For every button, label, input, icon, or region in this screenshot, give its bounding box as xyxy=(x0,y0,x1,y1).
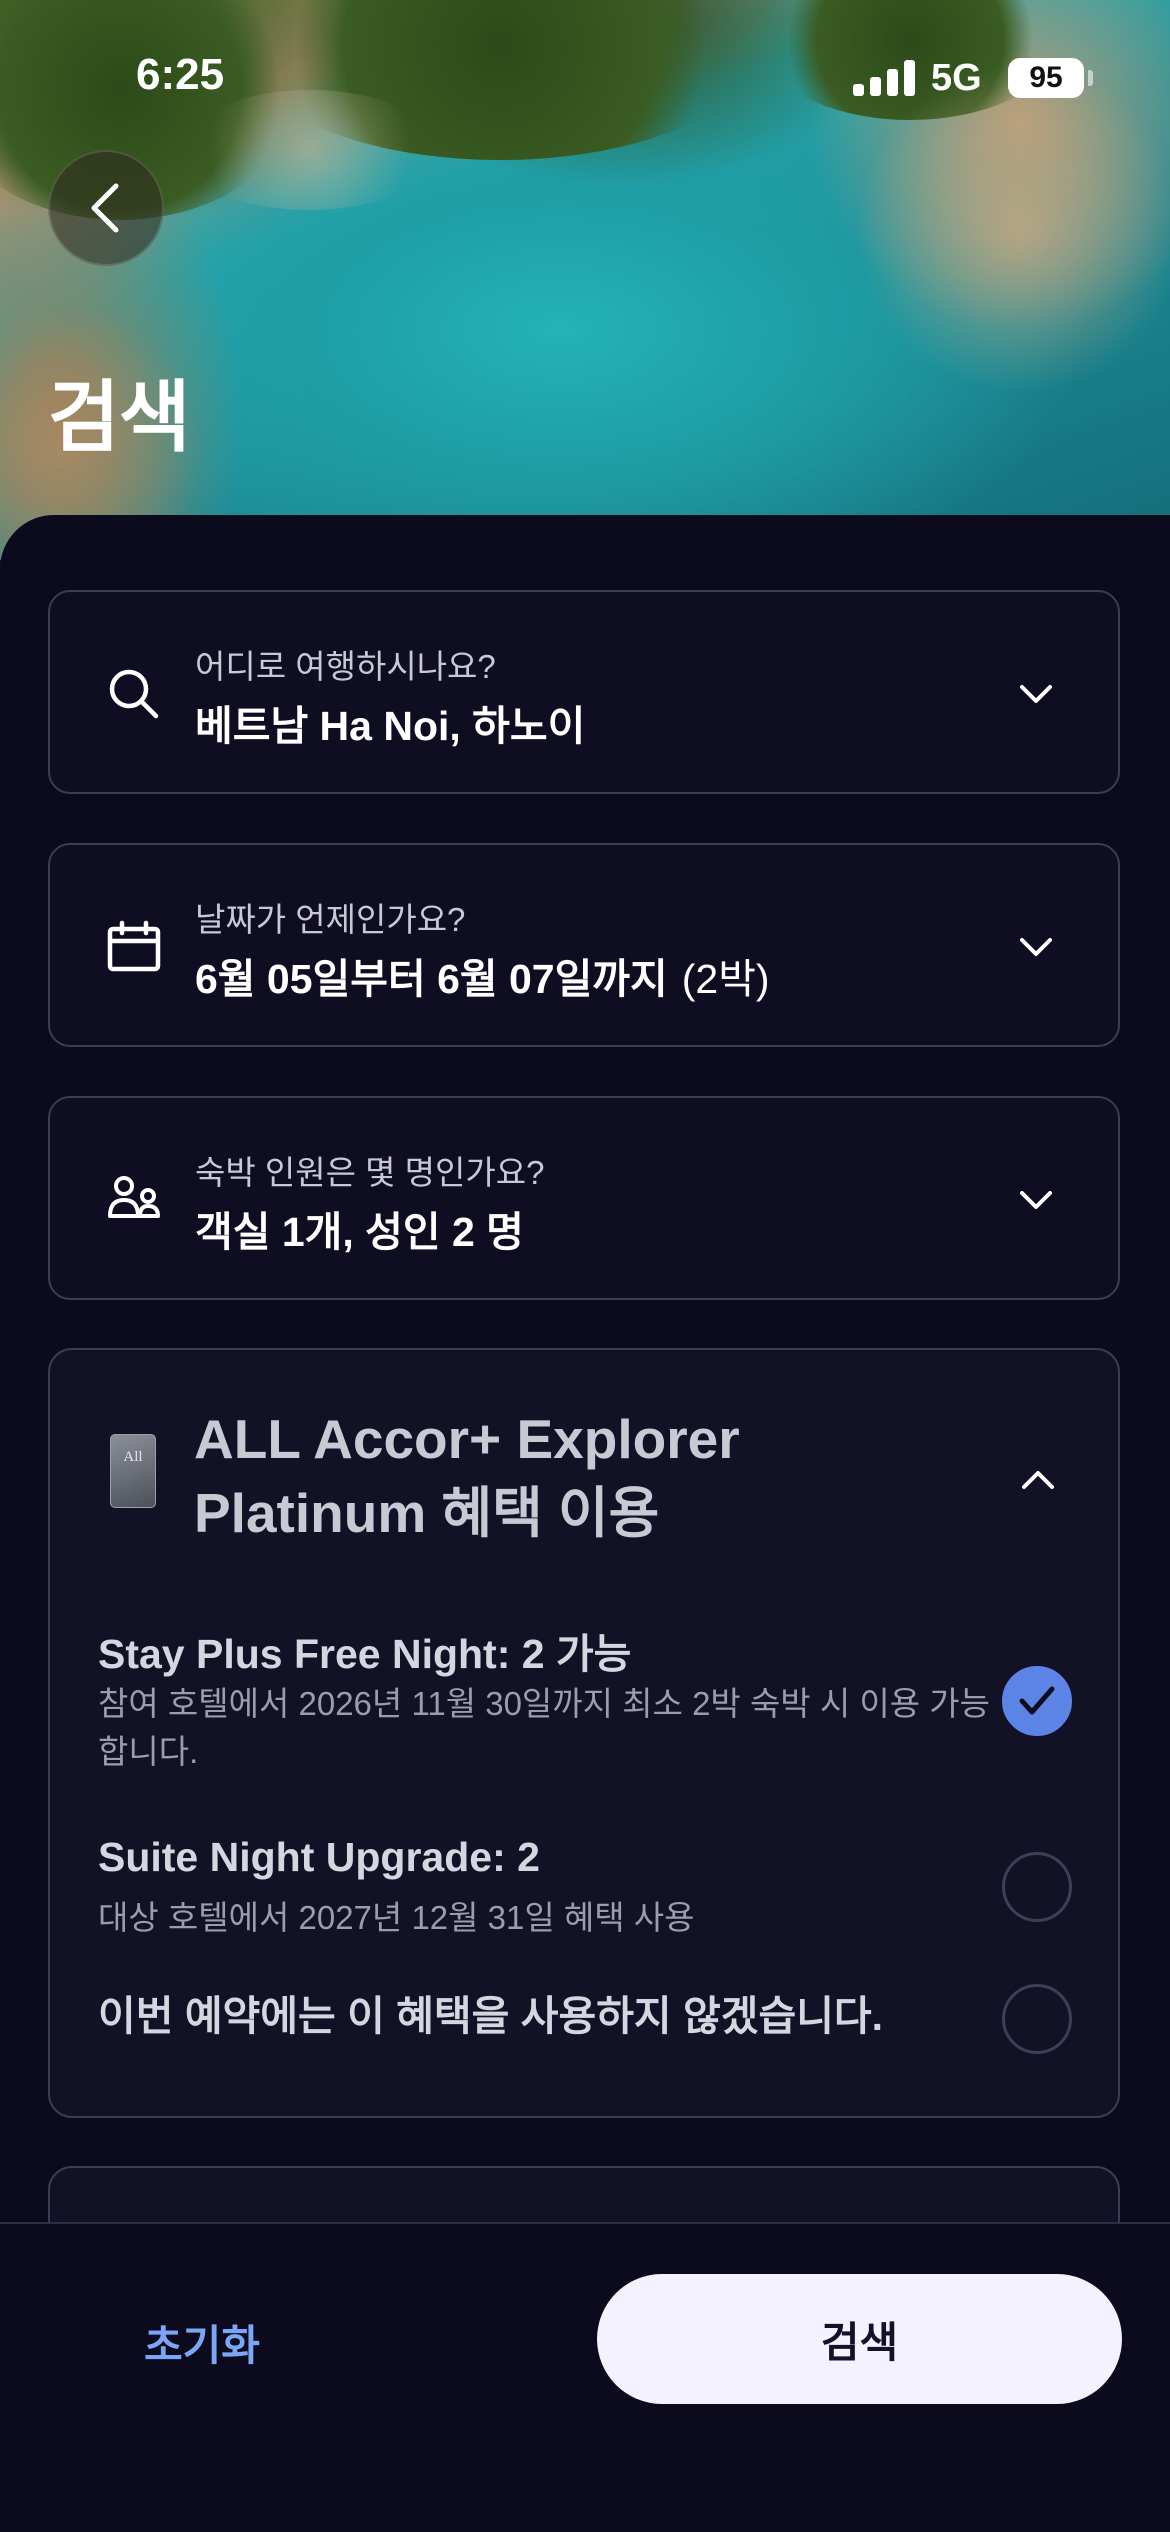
chevron-down-icon xyxy=(1020,1191,1052,1209)
guests-field[interactable]: 숙박 인원은 몇 명인가요? 객실 1개, 성인 2 명 xyxy=(48,1096,1120,1300)
signal-icon xyxy=(853,60,915,96)
dates-field[interactable]: 날짜가 언제인가요? 6월 05일부터 6월 07일까지 (2박) xyxy=(48,843,1120,1047)
option-desc-suite-upgrade: 대상 호텔에서 2027년 12월 31일 혜택 사용 xyxy=(98,1899,695,1936)
guests-value: 객실 1개, 성인 2 명 xyxy=(195,1209,524,1255)
battery-icon: 95 xyxy=(1008,58,1084,98)
option-title-no-benefit: 이번 예약에는 이 혜택을 사용하지 않겠습니다. xyxy=(98,1993,884,2039)
reset-button[interactable]: 초기화 xyxy=(144,2312,260,2373)
calendar-icon xyxy=(107,920,161,972)
guests-icon xyxy=(108,1176,160,1218)
nights-count: (2박) xyxy=(681,956,770,1002)
destination-field[interactable]: 어디로 여행하시나요? 베트남 Ha Noi, 하노이 xyxy=(48,590,1120,794)
chevron-down-icon xyxy=(1020,685,1052,703)
membership-card-icon: All xyxy=(110,1434,156,1508)
bottom-action-bar: 초기화 검색 xyxy=(0,2222,1170,2532)
dates-value-wrap: 6월 05일부터 6월 07일까지 (2박) xyxy=(195,945,770,1005)
checkmark-icon xyxy=(1019,1686,1055,1715)
chevron-up-icon[interactable] xyxy=(1018,1460,1058,1500)
back-button[interactable] xyxy=(48,150,164,266)
search-icon xyxy=(109,669,159,719)
benefits-title: ALL Accor+ Explorer Platinum 혜택 이용 xyxy=(194,1408,740,1544)
option-title-free-night: Stay Plus Free Night: 2 가능 xyxy=(98,1631,632,1677)
option-title-suite-upgrade: Suite Night Upgrade: 2 xyxy=(98,1834,540,1880)
guests-label: 숙박 인원은 몇 명인가요? xyxy=(195,1154,545,1191)
battery-tip xyxy=(1088,70,1093,86)
dates-value: 6월 05일부터 6월 07일까지 xyxy=(195,956,668,1002)
destination-value: 베트남 Ha Noi, 하노이 xyxy=(195,703,586,749)
chevron-left-icon xyxy=(91,183,119,233)
card-logo-text: All xyxy=(123,1449,143,1465)
chevron-down-icon xyxy=(1020,938,1052,956)
benefits-card: All ALL Accor+ Explorer Platinum 혜택 이용 S… xyxy=(48,1348,1120,2118)
radio-no-benefit[interactable] xyxy=(1002,1984,1072,2054)
dates-label: 날짜가 언제인가요? xyxy=(195,901,466,938)
page-title: 검색 xyxy=(48,373,191,461)
network-type: 5G xyxy=(931,57,982,99)
destination-label: 어디로 여행하시나요? xyxy=(195,648,496,685)
radio-suite-upgrade[interactable] xyxy=(1002,1852,1072,1922)
search-button[interactable]: 검색 xyxy=(597,2274,1122,2404)
option-desc-free-night: 참여 호텔에서 2026년 11월 30일까지 최소 2박 숙박 시 이용 가능… xyxy=(98,1685,990,1770)
radio-free-night[interactable] xyxy=(1002,1666,1072,1736)
status-time: 6:25 xyxy=(136,50,225,99)
